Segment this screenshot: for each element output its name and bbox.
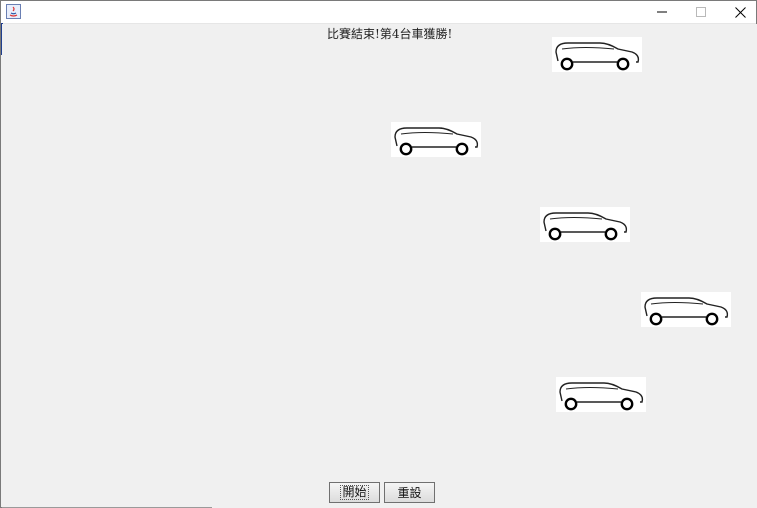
car-icon <box>394 127 479 156</box>
race-panel: 比賽結束!第4台車獲勝! 開始 重設 <box>2 24 757 508</box>
start-button-label: 開始 <box>340 485 369 500</box>
close-icon <box>734 6 746 18</box>
car-icon <box>555 42 640 71</box>
start-button[interactable]: 開始 <box>329 482 380 503</box>
close-button[interactable] <box>721 1 757 23</box>
car-icon <box>644 297 729 326</box>
maximize-icon <box>696 7 706 17</box>
car-1 <box>552 37 642 72</box>
car-icon <box>543 212 628 241</box>
maximize-button[interactable] <box>682 1 720 23</box>
car-2 <box>391 122 481 157</box>
car-5 <box>556 377 646 412</box>
car-3 <box>540 207 630 242</box>
reset-button[interactable]: 重設 <box>384 482 435 503</box>
race-status-label: 比賽結束!第4台車獲勝! <box>327 27 453 41</box>
car-icon <box>559 382 644 411</box>
reset-button-label: 重設 <box>397 486 422 500</box>
minimize-button[interactable] <box>643 1 681 23</box>
java-app-icon <box>6 4 21 19</box>
title-bar[interactable] <box>1 1 756 24</box>
car-4 <box>641 292 731 327</box>
minimize-icon <box>657 11 667 13</box>
app-window: 比賽結束!第4台車獲勝! 開始 重設 <box>0 0 757 508</box>
